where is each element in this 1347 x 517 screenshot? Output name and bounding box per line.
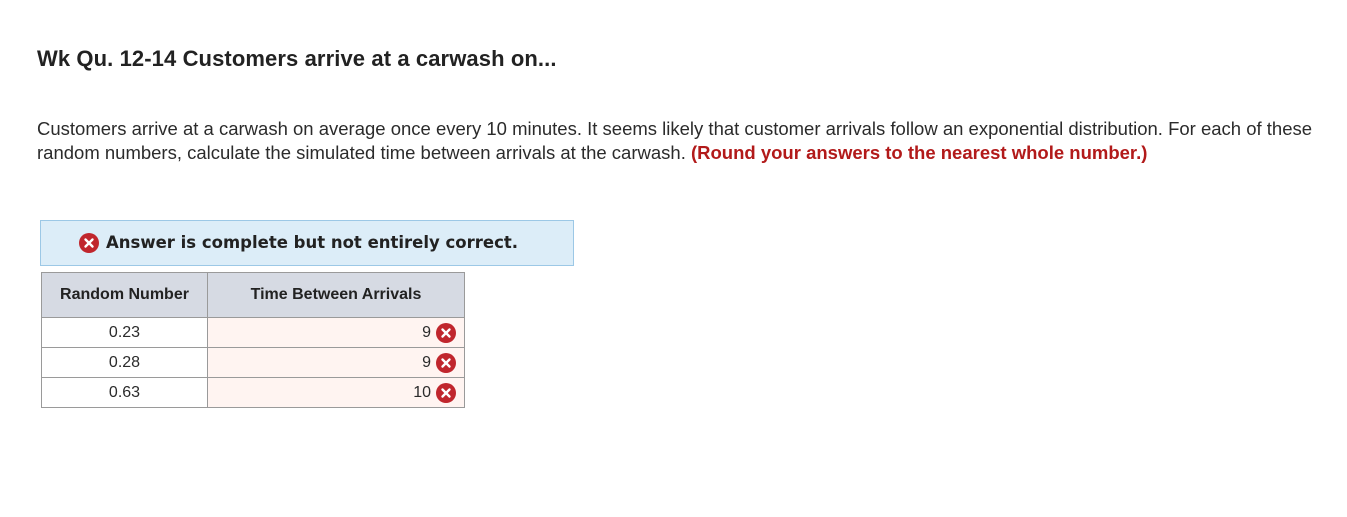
header-time-between-arrivals: Time Between Arrivals [207,272,465,318]
table-row: 0.23 9 [41,317,465,348]
incorrect-x-icon [436,382,456,403]
table-row: 0.63 10 [41,377,465,408]
feedback-banner: Answer is complete but not entirely corr… [40,220,574,266]
page-title: Wk Qu. 12-14 Customers arrive at a carwa… [37,46,557,71]
answer-value: 9 [422,323,431,341]
incorrect-x-icon [436,352,456,373]
answer-table: Random Number Time Between Arrivals 0.23… [41,272,465,408]
answer-cell[interactable]: 10 [207,377,465,408]
incorrect-x-icon [436,322,456,343]
table-row: 0.28 9 [41,347,465,378]
question-body: Customers arrive at a carwash on average… [37,117,1327,165]
feedback-message: Answer is complete but not entirely corr… [106,233,519,252]
rounding-instruction: (Round your answers to the nearest whole… [690,142,1148,163]
random-number-cell: 0.23 [41,317,208,348]
answer-cell[interactable]: 9 [207,347,465,378]
answer-value: 10 [413,383,431,401]
table-header-row: Random Number Time Between Arrivals [41,272,465,318]
random-number-cell: 0.28 [41,347,208,378]
random-number-cell: 0.63 [41,377,208,408]
answer-cell[interactable]: 9 [207,317,465,348]
x-circle-icon [79,233,99,253]
answer-value: 9 [422,353,431,371]
header-random-number: Random Number [41,272,208,318]
